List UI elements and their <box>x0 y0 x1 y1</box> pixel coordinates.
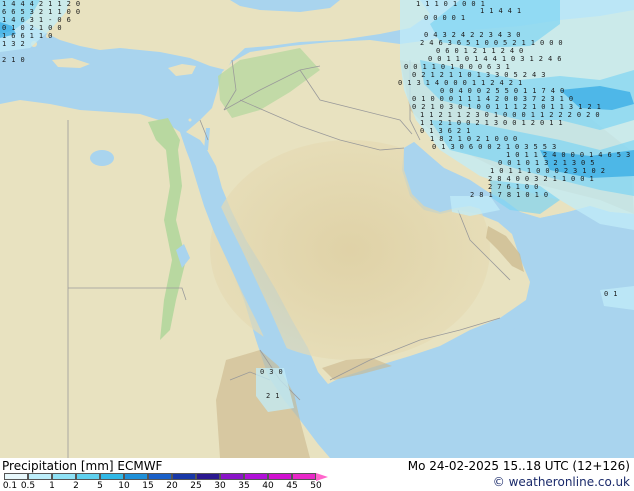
precip-value-row: 2 8 1 7 8 1 0 1 0 <box>470 191 548 199</box>
precip-value-row: 0 4 3 2 4 2 2 3 4 3 0 <box>424 31 521 39</box>
precip-value-row: 0 1 0 0 0 1 1 1 4 2 0 0 3 7 2 3 1 0 <box>412 95 574 103</box>
scale-swatch <box>220 473 244 480</box>
precip-value-row: 2 7 6 1 0 0 <box>488 183 539 191</box>
precip-value-row: 1 0 1 1 1 0 0 0 2 3 1 0 2 <box>490 167 605 175</box>
precip-value-row: 0 0 1 0 1 3 2 1 3 0 5 <box>498 159 595 167</box>
precip-value-row: 1 3 2 <box>2 40 25 48</box>
copyright-link[interactable]: © weatheronline.co.uk <box>493 475 630 489</box>
scale-swatch <box>268 473 292 480</box>
precip-value-row: 1 1 2 1 0 0 2 1 3 0 0 1 2 0 1 1 <box>420 119 563 127</box>
precip-value-row: 0 0 1 1 0 1 4 4 1 0 3 1 2 4 6 <box>428 55 562 63</box>
precip-value-row: 1 4 4 4 2 1 1 2 0 <box>2 0 80 8</box>
scale-swatch <box>100 473 124 480</box>
scale-swatch <box>124 473 148 480</box>
forecast-datetime: Mo 24-02-2025 15..18 UTC (12+126) <box>407 459 630 473</box>
precip-value-row: 0 0 4 0 0 2 5 5 0 1 1 7 4 0 <box>440 87 565 95</box>
precip-value-row: 2 1 0 <box>2 56 25 64</box>
scale-swatch <box>52 473 76 480</box>
precip-value-row: 0 1 0 2 1 0 0 <box>2 24 62 32</box>
map-canvas: 1 4 4 4 2 1 1 2 0 6 6 5 3 2 1 1 0 0 1 4 … <box>0 0 634 458</box>
precip-value-row: 0 1 3 1 4 0 0 0 1 1 2 4 2 1 <box>398 79 523 87</box>
scale-swatch <box>76 473 100 480</box>
scale-swatch <box>244 473 268 480</box>
legend-title: Precipitation [mm] ECMWF <box>2 459 163 473</box>
scale-arrow <box>316 473 328 481</box>
scale-swatch <box>172 473 196 480</box>
precip-value-row: 1 1 4 4 1 <box>480 7 522 15</box>
precip-value-row: 0 0 0 0 1 <box>424 14 466 22</box>
precipitation-color-scale: 0.1 0.5 1 2 5 10 15 20 25 30 35 40 45 50 <box>3 473 334 491</box>
nile-delta-lake <box>90 150 114 166</box>
precip-value-row: 2 8 4 0 0 3 2 1 1 0 0 1 <box>488 175 594 183</box>
precip-value-row: 1 0 1 1 2 4 0 0 0 1 4 6 5 3 <box>506 151 631 159</box>
precip-value-row: 0 3 0 <box>260 368 283 376</box>
precip-value-row: 0 0 1 1 0 1 0 0 0 6 3 1 <box>404 63 510 71</box>
precip-value-row: 0 6 0 1 2 1 1 2 4 0 <box>436 47 524 55</box>
precip-value-row: 1 4 6 3 1 - 0 6 <box>2 16 71 24</box>
precip-value-row: 0 1 <box>604 290 618 298</box>
scale-swatch <box>4 473 28 480</box>
land-island <box>188 118 192 122</box>
precip-value-row: 0 1 3 0 6 0 0 2 1 0 3 5 5 3 <box>432 143 557 151</box>
precip-value-row: 0 1 3 6 2 1 <box>420 127 471 135</box>
precip-value-row: 0 2 1 2 1 1 0 1 3 3 0 5 2 4 3 <box>412 71 546 79</box>
precip-value-row: 6 6 5 3 2 1 1 0 0 <box>2 8 80 16</box>
precip-value-row: 2 1 <box>266 392 280 400</box>
precip-value-row: 1 6 6 1 1 0 <box>2 32 53 40</box>
scale-swatch <box>28 473 52 480</box>
precip-value-row: 1 1 1 0 1 0 0 1 <box>416 0 485 8</box>
precip-value-row: 1 8 2 1 0 2 1 0 0 0 <box>430 135 518 143</box>
precip-value-row: 0 2 1 0 3 0 1 0 0 1 1 1 2 1 0 1 1 3 1 2 … <box>412 103 601 111</box>
scale-swatch <box>148 473 172 480</box>
legend-footer: Precipitation [mm] ECMWF Mo 24-02-2025 1… <box>0 458 634 491</box>
precip-value-row: 2 4 6 3 6 5 1 0 0 5 2 1 1 0 0 0 <box>420 39 563 47</box>
scale-swatch <box>292 473 316 480</box>
scale-swatch <box>196 473 220 480</box>
weather-map: 1 4 4 4 2 1 1 2 0 6 6 5 3 2 1 1 0 0 1 4 … <box>0 0 634 458</box>
precip-value-row: 1 1 2 1 1 2 3 0 1 0 0 0 1 1 2 2 2 0 2 0 <box>420 111 600 119</box>
